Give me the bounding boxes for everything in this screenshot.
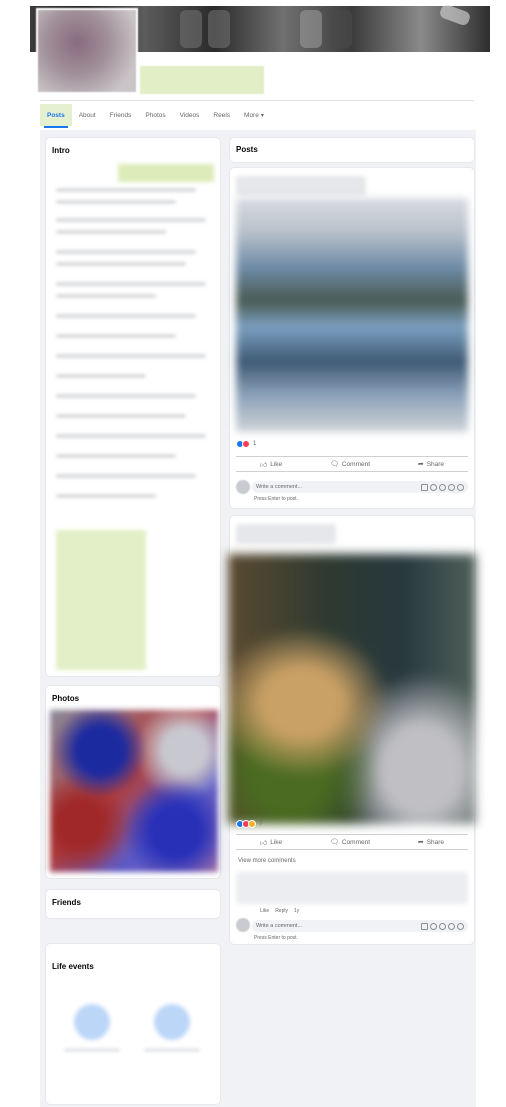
like-button[interactable]: 👍︎ Like — [260, 838, 282, 847]
reaction-summary[interactable]: 7 — [236, 820, 262, 828]
share-label: Share — [426, 460, 445, 468]
reaction-summary[interactable]: 1 — [236, 440, 256, 448]
post-header — [236, 176, 366, 196]
love-reaction-icon — [242, 440, 250, 448]
post-header — [236, 524, 336, 544]
photos-card: Photos — [46, 686, 220, 878]
avatar — [236, 480, 250, 494]
intro-highlight — [118, 164, 214, 182]
post-image[interactable] — [228, 554, 476, 824]
like-label: Like — [270, 460, 283, 468]
view-more-comments-link[interactable]: View more comments — [238, 858, 296, 864]
share-button[interactable]: ➦ Share — [417, 838, 445, 847]
reaction-count: 1 — [253, 441, 257, 447]
avatar-sticker-icon[interactable] — [421, 922, 428, 930]
comment-time: 1y — [293, 908, 300, 914]
friends-card: Friends — [46, 890, 220, 918]
tab-friends[interactable]: Friends — [103, 104, 139, 126]
post-card: 7 👍︎ Like 🗨︎ Comment ➦ Share View more comm… — [228, 516, 476, 944]
post-card: 1 👍︎ Like 🗨︎ Comment ➦ Share Write a commen… — [230, 168, 474, 508]
sticker-icon[interactable] — [457, 483, 464, 491]
avatar-sticker-icon[interactable] — [421, 483, 428, 491]
profile-page: Posts About Friends Photos Videos Reels … — [0, 0, 506, 1107]
friends-title: Friends — [52, 898, 81, 907]
chevron-down-icon: ▾ — [260, 112, 264, 119]
comment-input[interactable]: Write a comment... — [252, 481, 468, 493]
camera-icon[interactable] — [439, 922, 446, 930]
share-arrow-icon: ➦ — [417, 839, 424, 846]
emoji-icon[interactable] — [430, 483, 437, 491]
tab-label: Posts — [47, 111, 65, 119]
speech-bubble-icon: 🗨︎ — [329, 461, 339, 468]
share-button[interactable]: ➦ Share — [417, 460, 445, 469]
tab-posts[interactable]: Posts — [40, 104, 72, 128]
speech-bubble-icon: 🗨︎ — [329, 839, 339, 846]
tab-label: About — [78, 111, 96, 119]
press-enter-hint: Press Enter to post. — [254, 935, 298, 941]
camera-icon[interactable] — [439, 483, 446, 491]
comment-bubble — [236, 872, 468, 904]
posts-header-card: Posts — [230, 138, 474, 162]
tab-label: More — [244, 111, 259, 119]
intro-card: Intro — [46, 138, 220, 676]
tab-label: Friends — [109, 111, 132, 119]
avatar — [236, 918, 250, 932]
photos-grid[interactable] — [50, 710, 218, 872]
reaction-count: 7 — [259, 821, 263, 827]
photos-title: Photos — [52, 694, 80, 703]
intro-featured — [56, 530, 146, 670]
comment-label: Comment — [341, 838, 371, 846]
press-enter-hint: Press Enter to post. — [254, 496, 298, 502]
tab-videos[interactable]: Videos — [173, 104, 207, 126]
comment-label: Comment — [341, 460, 371, 468]
comment-button[interactable]: 🗨︎ Comment — [329, 838, 371, 847]
intro-title: Intro — [52, 146, 70, 155]
like-label: Like — [270, 838, 283, 846]
comment-like-link[interactable]: Like — [260, 908, 269, 914]
share-label: Share — [426, 838, 445, 846]
profile-avatar[interactable] — [36, 8, 138, 94]
share-arrow-icon: ➦ — [417, 461, 424, 468]
tab-photos[interactable]: Photos — [138, 104, 172, 126]
thumbs-up-icon: 👍︎ — [259, 839, 268, 847]
care-reaction-icon — [248, 820, 256, 828]
sticker-icon[interactable] — [457, 922, 464, 930]
profile-name — [140, 66, 264, 94]
comment-actions: Like Reply 1y — [260, 908, 299, 914]
gif-icon[interactable] — [448, 922, 455, 930]
comment-button[interactable]: 🗨︎ Comment — [329, 460, 371, 469]
post-image[interactable] — [236, 198, 468, 432]
header-divider — [40, 100, 474, 101]
like-button[interactable]: 👍︎ Like — [260, 460, 282, 469]
gif-icon[interactable] — [448, 483, 455, 491]
life-events-card: Life events — [46, 944, 220, 1104]
life-event-icon — [154, 1004, 190, 1040]
posts-title: Posts — [236, 145, 258, 154]
tab-more[interactable]: More ▾ — [237, 104, 271, 126]
thumbs-up-icon: 👍︎ — [259, 461, 268, 469]
emoji-icon[interactable] — [430, 922, 437, 930]
comment-placeholder: Write a comment... — [256, 923, 303, 929]
comment-input[interactable]: Write a comment... — [252, 920, 468, 932]
post-actions: 👍︎ Like 🗨︎ Comment ➦ Share — [236, 834, 468, 850]
tab-label: Photos — [145, 111, 166, 119]
life-event-icon — [74, 1004, 110, 1040]
comment-reply-link[interactable]: Reply — [275, 908, 288, 914]
tab-about[interactable]: About — [72, 104, 103, 126]
tab-label: Videos — [179, 111, 200, 119]
post-actions: 👍︎ Like 🗨︎ Comment ➦ Share — [236, 456, 468, 472]
tab-label: Reels — [213, 111, 231, 119]
comment-placeholder: Write a comment... — [256, 484, 303, 490]
tab-reels[interactable]: Reels — [206, 104, 237, 126]
life-events-title: Life events — [52, 962, 94, 971]
profile-tabs: Posts About Friends Photos Videos Reels … — [40, 104, 271, 128]
